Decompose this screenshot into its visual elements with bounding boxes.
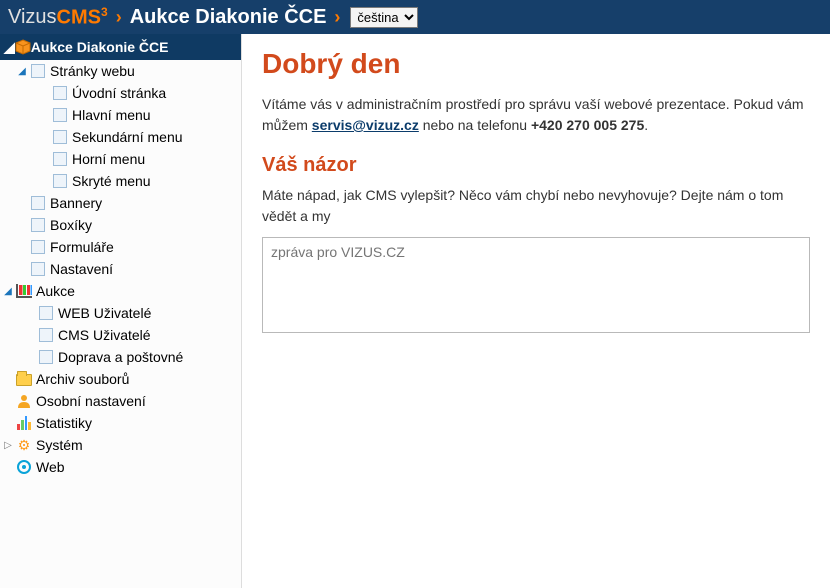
sidebar-item-cms-uzivatele[interactable]: CMS Uživatelé [58,327,151,343]
user-icon [16,393,32,409]
sidebar-item-sekundarni-menu[interactable]: Sekundární menu [72,129,183,145]
sidebar-item-uvodni[interactable]: Úvodní stránka [72,85,166,101]
sidebar-item-web-uzivatele[interactable]: WEB Uživatelé [58,305,151,321]
sidebar-item-system[interactable]: Systém [36,437,83,453]
page-icon [38,305,54,321]
tree-toggle-icon[interactable]: ◢ [16,66,28,77]
sidebar-item-formulare[interactable]: Formuláře [50,239,114,255]
support-phone: +420 270 005 275 [531,117,644,133]
page-icon [52,151,68,167]
page-icon [52,107,68,123]
sidebar-item-archiv[interactable]: Archiv souborů [36,371,129,387]
page-icon [38,349,54,365]
topbar: Vizus CMS3 › Aukce Diakonie ČCE › češtin… [0,0,830,34]
tree-toggle-icon[interactable]: ▷ [2,440,14,451]
chart-icon [16,283,32,299]
page-icon [30,63,46,79]
sidebar-item-boxiky[interactable]: Boxíky [50,217,92,233]
sidebar-item-hlavni-menu[interactable]: Hlavní menu [72,107,151,123]
sidebar-root[interactable]: ◢ Aukce Diakonie ČCE [0,34,241,60]
welcome-text: Vítáme vás v administračním prostředí pr… [262,94,810,136]
page-icon [30,261,46,277]
sidebar: ◢ Aukce Diakonie ČCE ◢ Stránky webu Úvod… [0,34,242,588]
brand-vizus: Vizus [8,6,57,29]
sidebar-item-osobni[interactable]: Osobní nastavení [36,393,146,409]
sidebar-item-nastaveni[interactable]: Nastavení [50,261,113,277]
page-icon [52,85,68,101]
page-icon [52,173,68,189]
sidebar-item-doprava[interactable]: Doprava a poštovné [58,349,183,365]
bars-icon [16,415,32,431]
support-email-link[interactable]: servis@vizuz.cz [312,117,419,133]
breadcrumb[interactable]: Aukce Diakonie ČCE [130,6,327,29]
sidebar-root-label: Aukce Diakonie ČCE [31,39,169,55]
page-icon [30,195,46,211]
target-icon [16,459,32,475]
sidebar-item-stranky[interactable]: Stránky webu [50,63,135,79]
box3d-icon [15,39,31,55]
sidebar-item-statistiky[interactable]: Statistiky [36,415,92,431]
folder-icon [16,371,32,387]
page-icon [30,217,46,233]
page-icon [52,129,68,145]
page-icon [38,327,54,343]
sidebar-item-skryte-menu[interactable]: Skryté menu [72,173,151,189]
sidebar-item-bannery[interactable]: Bannery [50,195,102,211]
brand-cms: CMS3 [57,5,108,30]
page-icon [30,239,46,255]
section-feedback-title: Váš názor [262,154,810,177]
language-select[interactable]: čeština [350,7,418,28]
sidebar-item-horni-menu[interactable]: Horní menu [72,151,145,167]
main-content: Dobrý den Vítáme vás v administračním pr… [242,34,830,588]
chevron-right-icon: › [108,7,130,28]
tree-toggle-icon[interactable]: ◢ [2,286,14,297]
sidebar-item-web[interactable]: Web [36,459,65,475]
chevron-right-icon: › [326,7,348,28]
page-title: Dobrý den [262,48,810,80]
sidebar-item-aukce[interactable]: Aukce [36,283,75,299]
feedback-prompt: Máte nápad, jak CMS vylepšit? Něco vám c… [262,185,810,227]
gear-icon: ⚙ [16,437,32,453]
feedback-textarea[interactable] [262,237,810,333]
